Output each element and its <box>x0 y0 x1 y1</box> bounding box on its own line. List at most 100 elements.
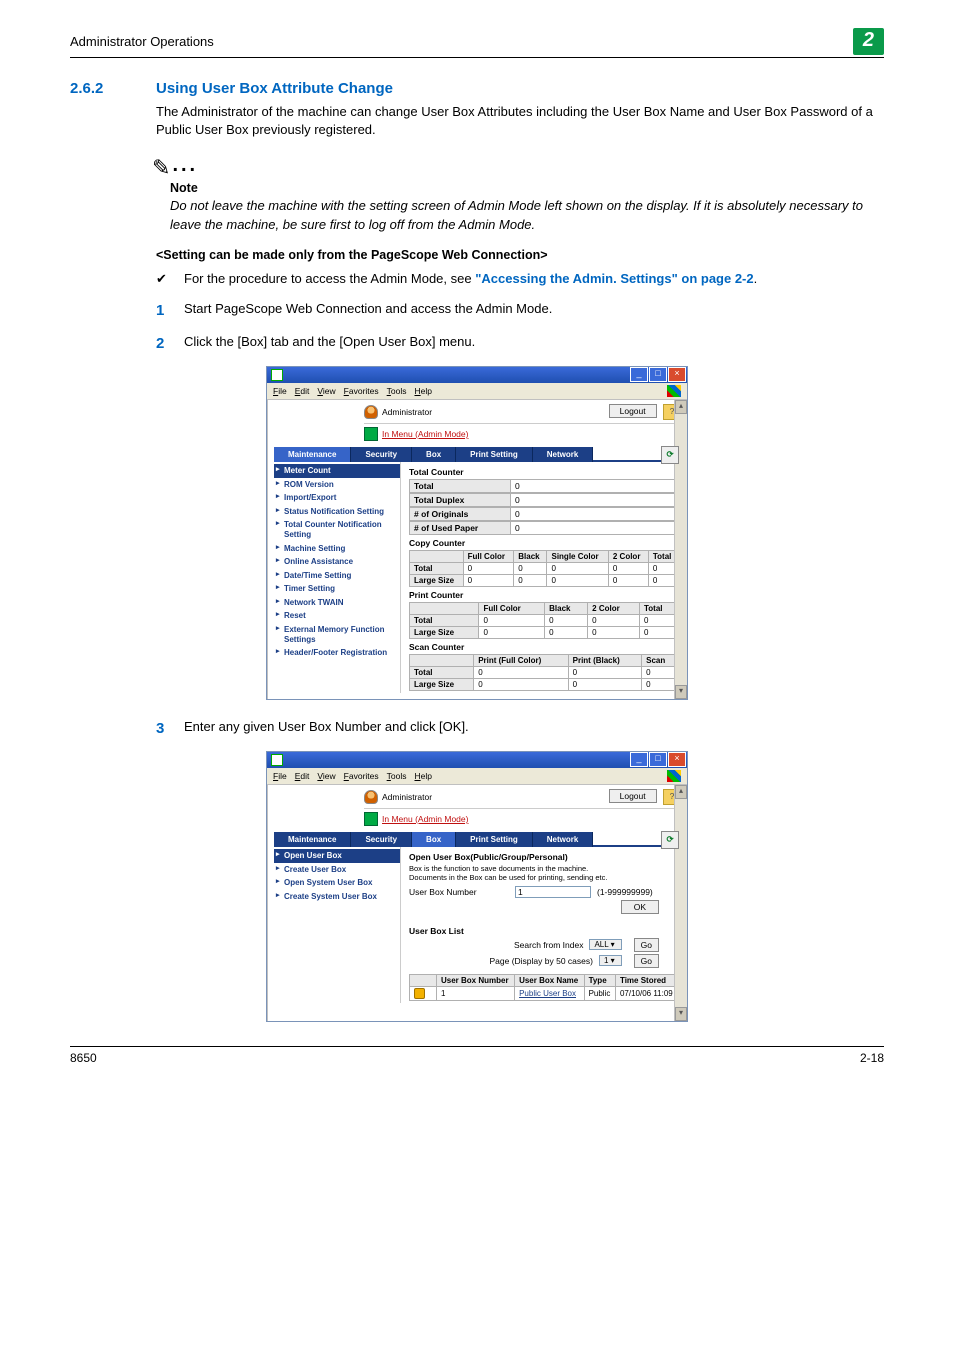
user-box-number-range: (1-999999999) <box>597 887 653 897</box>
refresh-button[interactable]: ⟳ <box>661 446 679 464</box>
close-button[interactable]: × <box>668 752 686 767</box>
menu-favorites[interactable]: Favorites <box>344 386 379 396</box>
sidebar-item[interactable]: ROM Version <box>274 478 400 492</box>
maximize-button[interactable]: □ <box>649 367 667 382</box>
menu-edit[interactable]: Edit <box>295 386 310 396</box>
col-header: Type <box>584 974 615 986</box>
panel-desc: Box is the function to save documents in… <box>409 864 679 873</box>
tab-network[interactable]: Network <box>533 447 594 462</box>
screenshot-2-container: _ □ × File Edit View Favorites Tools Hel… <box>70 751 884 1022</box>
menu-file[interactable]: File <box>273 386 287 396</box>
section-number: 2.6.2 <box>70 80 156 97</box>
tab-security[interactable]: Security <box>351 447 412 462</box>
menu-edit[interactable]: Edit <box>295 771 310 781</box>
tab-network[interactable]: Network <box>533 832 594 847</box>
sidebar-item[interactable]: Create System User Box <box>274 890 400 904</box>
browser-logo-icon <box>667 770 681 782</box>
menu-tools[interactable]: Tools <box>387 771 407 781</box>
refresh-button[interactable]: ⟳ <box>661 831 679 849</box>
user-box-number-input[interactable]: 1 <box>515 886 591 898</box>
go-button-search[interactable]: Go <box>634 938 659 952</box>
sidebar-item[interactable]: Online Assistance <box>274 555 400 569</box>
menu-tools[interactable]: Tools <box>387 386 407 396</box>
browser-favicon <box>271 754 283 766</box>
sidebar-item[interactable]: Timer Setting <box>274 582 400 596</box>
sidebar-item[interactable]: Header/Footer Registration <box>274 646 400 660</box>
user-icon <box>364 405 378 419</box>
sidebar-item[interactable]: Date/Time Setting <box>274 569 400 583</box>
tab-security[interactable]: Security <box>351 832 412 847</box>
scroll-up-icon[interactable]: ▴ <box>675 785 687 799</box>
menu-file[interactable]: File <box>273 771 287 781</box>
note-block: ✎ ... Note Do not leave the machine with… <box>156 153 884 233</box>
scrollbar[interactable]: ▴ ▾ <box>674 785 687 1021</box>
minimize-button[interactable]: _ <box>630 752 648 767</box>
logout-button[interactable]: Logout <box>609 789 657 803</box>
ok-button[interactable]: OK <box>621 900 659 914</box>
tab-maintenance[interactable]: Maintenance <box>274 447 351 462</box>
menu-help[interactable]: Help <box>414 771 431 781</box>
mode-link[interactable]: In Menu (Admin Mode) <box>382 814 468 824</box>
counter-key: # of Originals <box>409 507 511 521</box>
scroll-down-icon[interactable]: ▾ <box>675 685 687 699</box>
sidebar-item-open-user-box[interactable]: Open User Box <box>274 849 400 863</box>
section-title: Using User Box Attribute Change <box>156 80 393 97</box>
sidebar-item[interactable]: Meter Count <box>274 464 400 478</box>
tab-print-setting[interactable]: Print Setting <box>456 447 533 462</box>
maximize-button[interactable]: □ <box>649 752 667 767</box>
menu-help[interactable]: Help <box>414 386 431 396</box>
browser-menubar: File Edit View Favorites Tools Help <box>267 383 687 400</box>
menu-favorites[interactable]: Favorites <box>344 771 379 781</box>
panel-heading: Scan Counter <box>409 642 679 652</box>
menu-view[interactable]: View <box>317 771 335 781</box>
scroll-up-icon[interactable]: ▴ <box>675 400 687 414</box>
footer-left: 8650 <box>70 1051 97 1065</box>
step-3: 3 Enter any given User Box Number and cl… <box>156 718 884 739</box>
scroll-down-icon[interactable]: ▾ <box>675 1007 687 1021</box>
scrollbar[interactable]: ▴ ▾ <box>674 400 687 699</box>
user-box-number-label: User Box Number <box>409 887 509 897</box>
logout-button[interactable]: Logout <box>609 404 657 418</box>
sidebar-item[interactable]: Status Notification Setting <box>274 505 400 519</box>
tab-box[interactable]: Box <box>412 832 456 847</box>
mode-link[interactable]: In Menu (Admin Mode) <box>382 429 468 439</box>
sidebar-item[interactable]: Import/Export <box>274 491 400 505</box>
sidebar-item[interactable]: Total Counter Notification Setting <box>274 518 400 541</box>
tab-box[interactable]: Box <box>412 447 456 462</box>
counter-key: # of Used Paper <box>409 521 511 535</box>
close-button[interactable]: × <box>668 367 686 382</box>
sidebar-item[interactable]: Create User Box <box>274 863 400 877</box>
sidebar-item[interactable]: Machine Setting <box>274 542 400 556</box>
sidebar: Meter Count ROM Version Import/Export St… <box>274 462 401 693</box>
tab-print-setting[interactable]: Print Setting <box>456 832 533 847</box>
check-icon: ✔ <box>156 270 184 288</box>
tab-maintenance[interactable]: Maintenance <box>274 832 351 847</box>
window-buttons: _ □ × <box>630 752 686 767</box>
page-select[interactable]: 1 ▾ <box>599 955 622 966</box>
bullet-item: ✔ For the procedure to access the Admin … <box>156 270 884 288</box>
note-label: Note <box>170 181 884 195</box>
sidebar-item[interactable]: External Memory Function Settings <box>274 623 400 646</box>
step-number: 2 <box>156 333 184 354</box>
subheading: <Setting can be made only from the PageS… <box>156 248 884 262</box>
counter-value: 0 <box>511 479 679 493</box>
menu-view[interactable]: View <box>317 386 335 396</box>
browser-menubar: File Edit View Favorites Tools Help <box>267 768 687 785</box>
browser-titlebar: _ □ × <box>267 752 687 768</box>
browser-favicon <box>271 369 283 381</box>
cell-number: 1 <box>437 986 515 1000</box>
note-dots: ... <box>172 154 198 177</box>
user-box-link[interactable]: Public User Box <box>519 989 576 998</box>
user-icon <box>364 790 378 804</box>
go-button-page[interactable]: Go <box>634 954 659 968</box>
search-select[interactable]: ALL ▾ <box>589 939 621 950</box>
minimize-button[interactable]: _ <box>630 367 648 382</box>
col-header: User Box Name <box>515 974 584 986</box>
note-text: Do not leave the machine with the settin… <box>170 197 884 233</box>
sidebar-item[interactable]: Open System User Box <box>274 876 400 890</box>
tab-bar: Maintenance Security Box Print Setting N… <box>274 447 681 462</box>
sidebar-item[interactable]: Network TWAIN <box>274 596 400 610</box>
page-label: Page (Display by 50 cases) <box>489 956 592 966</box>
sidebar-item[interactable]: Reset <box>274 609 400 623</box>
xref-link[interactable]: "Accessing the Admin. Settings" on page … <box>475 271 753 286</box>
